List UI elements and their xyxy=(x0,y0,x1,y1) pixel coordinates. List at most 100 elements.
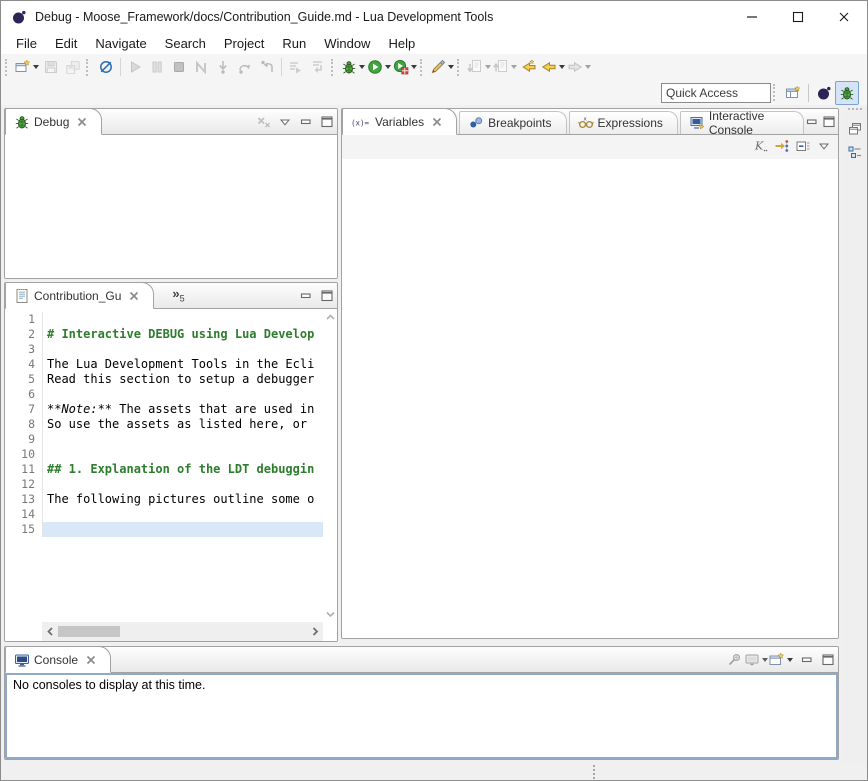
variables-maximize-button[interactable] xyxy=(821,111,838,132)
editor-line[interactable]: 1 xyxy=(5,312,323,327)
line-number: 7 xyxy=(5,402,43,417)
menu-item-help[interactable]: Help xyxy=(379,34,424,53)
editor-line[interactable]: 13The following pictures outline some o xyxy=(5,492,323,507)
editor-line[interactable]: 15 xyxy=(5,522,323,537)
variables-content xyxy=(342,159,838,639)
scroll-left-icon[interactable] xyxy=(45,626,55,637)
toolbar-drag-handle[interactable] xyxy=(5,59,10,76)
editor-line[interactable]: 3 xyxy=(5,342,323,357)
tab-contribution-guide[interactable]: Contribution_Gu xyxy=(5,282,154,309)
editor-code-area[interactable]: 12# Interactive DEBUG using Lua Develop3… xyxy=(5,309,323,622)
toolbar-drag-handle[interactable] xyxy=(331,59,336,76)
tab-debug[interactable]: Debug xyxy=(5,108,102,135)
menu-item-edit[interactable]: Edit xyxy=(46,34,86,53)
debug-view-maximize-button[interactable] xyxy=(316,111,337,132)
menu-item-file[interactable]: File xyxy=(7,34,46,53)
close-tab-icon[interactable] xyxy=(127,289,141,303)
last-edit-location-button[interactable] xyxy=(518,56,540,78)
menu-item-window[interactable]: Window xyxy=(315,34,379,53)
tab-variables[interactable]: (x)= Variables xyxy=(342,108,457,135)
variables-view-menu-button[interactable] xyxy=(813,136,834,157)
editor-line[interactable]: 14 xyxy=(5,507,323,522)
editor-line[interactable]: 4The Lua Development Tools in the Ecli xyxy=(5,357,323,372)
external-tools-button[interactable] xyxy=(429,56,455,78)
toolbar-drag-handle[interactable] xyxy=(457,59,462,76)
statusbar-drag-handle[interactable] xyxy=(593,765,595,779)
debug-view-minimize-button[interactable] xyxy=(295,111,316,132)
skip-all-breakpoints-button[interactable] xyxy=(95,56,117,78)
tab-breakpoints[interactable]: Breakpoints xyxy=(459,111,566,134)
editor-line[interactable]: 10 xyxy=(5,447,323,462)
hidden-editors-count: 5 xyxy=(180,294,185,304)
toolbar-drag-handle[interactable] xyxy=(420,59,425,76)
line-content: Read this section to setup a debugger xyxy=(43,372,323,387)
editor-vertical-scrollbar[interactable] xyxy=(323,309,337,622)
console-maximize-button[interactable] xyxy=(817,649,838,670)
debug-view-menu-button[interactable] xyxy=(274,111,295,132)
scroll-right-icon[interactable] xyxy=(310,626,320,637)
editor-maximize-button[interactable] xyxy=(316,285,337,306)
editor-line[interactable]: 7**Note:** The assets that are used in xyxy=(5,402,323,417)
close-tab-icon[interactable] xyxy=(84,653,98,667)
close-tab-icon[interactable] xyxy=(430,115,444,129)
lua-perspective-button[interactable] xyxy=(813,82,835,104)
menu-item-search[interactable]: Search xyxy=(156,34,215,53)
tab-interactive-console[interactable]: Interactive Console xyxy=(680,111,804,134)
close-icon xyxy=(836,9,852,25)
edgebar-drag-handle[interactable] xyxy=(848,108,862,113)
quick-access-input[interactable] xyxy=(661,83,771,103)
editor-line[interactable]: 12 xyxy=(5,477,323,492)
open-console-button[interactable] xyxy=(766,649,796,670)
editor-line[interactable]: 11## 1. Explanation of the LDT debuggin xyxy=(5,462,323,477)
close-tab-icon[interactable] xyxy=(75,115,89,129)
variables-tabrow: (x)= Variables Breakpoints x Expressions… xyxy=(342,109,838,135)
toolbar-drag-handle[interactable] xyxy=(86,59,91,76)
editor-minimize-button[interactable] xyxy=(295,285,316,306)
editor-horizontal-scrollbar[interactable] xyxy=(42,622,323,641)
save-all-button xyxy=(62,56,84,78)
svg-text:K: K xyxy=(754,140,764,153)
tab-console[interactable]: Console xyxy=(5,646,111,673)
window-close-button[interactable] xyxy=(821,1,867,32)
variables-minimize-button[interactable] xyxy=(804,111,821,132)
display-console-icon xyxy=(744,652,760,668)
pin-console-icon xyxy=(727,652,743,668)
show-logical-structure-button[interactable] xyxy=(771,136,792,157)
tab-expressions[interactable]: x Expressions xyxy=(569,111,678,134)
editor-line[interactable]: 2# Interactive DEBUG using Lua Develop xyxy=(5,327,323,342)
restore-views-icon xyxy=(847,121,863,137)
debug-button[interactable] xyxy=(340,56,366,78)
window-maximize-button[interactable] xyxy=(775,1,821,32)
editor-line[interactable]: 5Read this section to setup a debugger xyxy=(5,372,323,387)
remove-terminated-button xyxy=(253,111,274,132)
menu-item-project[interactable]: Project xyxy=(215,34,273,53)
editor-line[interactable]: 8So use the assets as listed here, or xyxy=(5,417,323,432)
outline-view-button[interactable] xyxy=(844,142,866,164)
console-minimize-button[interactable] xyxy=(796,649,817,670)
breakpoints-icon xyxy=(468,115,484,131)
line-number: 8 xyxy=(5,417,43,432)
editor-line[interactable]: 6 xyxy=(5,387,323,402)
collapse-all-button[interactable] xyxy=(792,136,813,157)
debug-perspective-button[interactable] xyxy=(835,81,859,105)
new-wizard-button[interactable] xyxy=(14,56,40,78)
menu-item-navigate[interactable]: Navigate xyxy=(86,34,155,53)
restore-views-button[interactable] xyxy=(844,118,866,140)
menu-item-run[interactable]: Run xyxy=(273,34,315,53)
coverage-button[interactable] xyxy=(392,56,418,78)
disconnect-icon xyxy=(193,59,209,75)
scrollbar-thumb[interactable] xyxy=(58,626,120,637)
hidden-editors-chevron[interactable]: 5 xyxy=(172,286,184,304)
run-button[interactable] xyxy=(366,56,392,78)
show-type-names-button[interactable]: K xyxy=(750,136,771,157)
console-message: No consoles to display at this time. xyxy=(7,675,836,695)
open-perspective-button[interactable] xyxy=(782,82,804,104)
scroll-up-icon[interactable] xyxy=(325,312,336,322)
dropdown-arrow-icon xyxy=(511,65,517,69)
toolbar-drag-handle[interactable] xyxy=(773,84,778,101)
window-minimize-button[interactable] xyxy=(729,1,775,32)
tab-label: Interactive Console xyxy=(709,109,789,137)
editor-line[interactable]: 9 xyxy=(5,432,323,447)
back-button[interactable] xyxy=(540,56,566,78)
scroll-down-icon[interactable] xyxy=(325,609,336,619)
